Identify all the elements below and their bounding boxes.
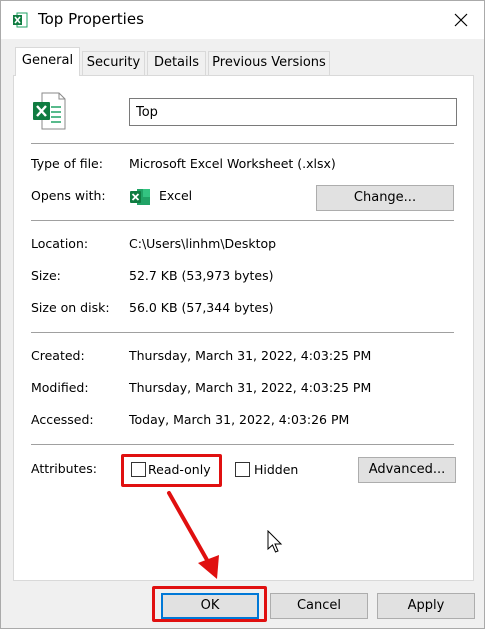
- size-on-disk-value: 56.0 KB (57,344 bytes): [129, 300, 274, 315]
- location-label: Location:: [31, 236, 89, 251]
- modified-label: Modified:: [31, 380, 89, 395]
- attributes-label: Attributes:: [31, 461, 97, 476]
- close-button[interactable]: [438, 1, 484, 39]
- title-bar[interactable]: Top Properties: [1, 1, 484, 39]
- separator: [31, 444, 454, 445]
- readonly-checkbox[interactable]: [131, 462, 146, 477]
- size-on-disk-label: Size on disk:: [31, 300, 110, 315]
- advanced-button[interactable]: Advanced...: [358, 457, 456, 483]
- apply-button[interactable]: Apply: [377, 593, 475, 619]
- mouse-cursor-icon: [267, 530, 283, 553]
- separator: [31, 332, 454, 333]
- properties-dialog: Top Properties General Security Details …: [0, 0, 485, 629]
- tab-previous-versions[interactable]: Previous Versions: [208, 51, 330, 75]
- tab-details[interactable]: Details: [147, 51, 206, 75]
- tab-general[interactable]: General: [15, 47, 80, 76]
- excel-icon: [13, 12, 28, 28]
- window-title: Top Properties: [38, 10, 144, 28]
- separator: [31, 220, 454, 221]
- readonly-label[interactable]: Read-only: [148, 462, 211, 477]
- general-panel: [13, 75, 474, 581]
- hidden-label[interactable]: Hidden: [254, 462, 298, 477]
- excel-file-icon: [33, 92, 66, 130]
- modified-value: Thursday, March 31, 2022, 4:03:25 PM: [129, 380, 372, 395]
- hidden-checkbox[interactable]: [235, 462, 250, 477]
- opens-with-label: Opens with:: [31, 188, 106, 203]
- arrow-annotation-icon: [167, 491, 219, 579]
- created-label: Created:: [31, 348, 85, 363]
- close-icon: [454, 13, 468, 27]
- location-value: C:\Users\linhm\Desktop: [129, 236, 277, 251]
- accessed-label: Accessed:: [31, 412, 94, 427]
- cancel-button[interactable]: Cancel: [270, 593, 368, 619]
- type-value: Microsoft Excel Worksheet (.xlsx): [129, 156, 336, 171]
- tab-security[interactable]: Security: [82, 51, 145, 75]
- opens-with-value: Excel: [159, 188, 193, 203]
- excel-app-icon: [130, 189, 150, 205]
- separator: [31, 143, 454, 144]
- size-label: Size:: [31, 268, 61, 283]
- file-name-input[interactable]: [129, 98, 457, 126]
- created-value: Thursday, March 31, 2022, 4:03:25 PM: [129, 348, 372, 363]
- size-value: 52.7 KB (53,973 bytes): [129, 268, 274, 283]
- change-button[interactable]: Change...: [316, 185, 454, 211]
- ok-button[interactable]: OK: [161, 593, 259, 619]
- accessed-value: Today, March 31, 2022, 4:03:26 PM: [129, 412, 350, 427]
- type-label: Type of file:: [31, 156, 103, 171]
